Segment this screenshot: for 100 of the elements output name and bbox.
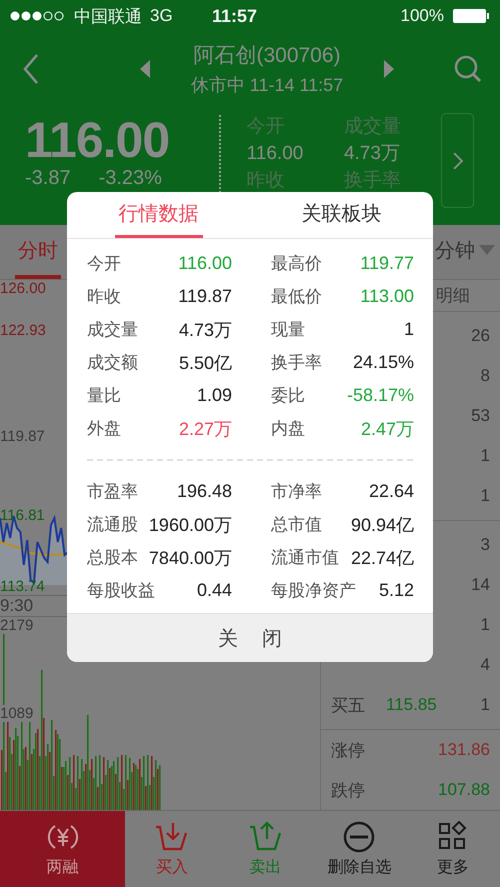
chart-tab[interactable]: 分时 bbox=[15, 225, 61, 279]
metric-value: 1.09 bbox=[196, 385, 232, 406]
price-axis-label: 119.87 bbox=[0, 428, 45, 445]
battery-percent: 100% bbox=[400, 6, 444, 26]
metric-value: 1960.00万 bbox=[148, 514, 232, 537]
metric-label: 总股本 bbox=[87, 547, 138, 570]
current-price: 116.00 bbox=[25, 113, 170, 167]
metric-label: 总市值 bbox=[271, 514, 322, 536]
dialog-tab[interactable]: 行情数据 bbox=[67, 192, 250, 238]
carrier-name: 中国联通 bbox=[74, 6, 142, 28]
clock-time: 11:57 bbox=[212, 6, 258, 27]
order-volume: 1 bbox=[480, 446, 490, 466]
signal-icon bbox=[10, 11, 66, 21]
metric-value: 24.15% bbox=[352, 352, 414, 374]
market-status: 休市中 11-14 11:57 bbox=[190, 74, 344, 96]
order-volume: 8 bbox=[480, 366, 490, 386]
metric-label: 成交量 bbox=[87, 319, 138, 342]
previous-triangle-icon[interactable] bbox=[140, 60, 150, 78]
metric-label: 外盘 bbox=[87, 418, 121, 440]
metric-label: 流通市值 bbox=[271, 547, 339, 570]
order-volume: 1 bbox=[480, 695, 490, 715]
bottom-nav-item[interactable]: 两融 bbox=[0, 811, 125, 887]
bottom-nav-item[interactable]: 买入 bbox=[125, 811, 219, 887]
metric-value: 4.73万 bbox=[178, 318, 232, 342]
metric-label: 现量 bbox=[271, 319, 305, 342]
limit-price: 131.86 bbox=[437, 740, 490, 760]
metric-value: 119.87 bbox=[178, 286, 232, 308]
battery-icon bbox=[452, 8, 490, 24]
bottom-nav-item[interactable]: 更多 bbox=[406, 811, 500, 887]
order-volume: 26 bbox=[470, 326, 490, 346]
limit-price: 107.88 bbox=[437, 780, 490, 800]
price-axis-label: 122.93 bbox=[0, 322, 46, 339]
metric-value: 2.47万 bbox=[360, 418, 414, 441]
order-volume: 4 bbox=[480, 655, 490, 675]
detail-tab[interactable]: 明细 bbox=[436, 284, 470, 307]
stat-value: 116.00 bbox=[246, 142, 304, 166]
order-volume: 3 bbox=[480, 535, 490, 555]
stat-label: 成交量 bbox=[344, 115, 402, 139]
price-axis-label: 126.00 bbox=[0, 280, 46, 297]
metric-value: 1 bbox=[404, 319, 414, 340]
order-price: 115.85 bbox=[386, 695, 438, 715]
metric-label: 最高价 bbox=[271, 253, 322, 276]
metric-label: 每股收益 bbox=[87, 580, 155, 602]
dropdown-caret-icon bbox=[479, 245, 495, 255]
limit-label: 涨停 bbox=[331, 740, 366, 762]
stat-label: 今开 bbox=[246, 115, 286, 139]
volume-axis-label: 2179 bbox=[0, 617, 34, 634]
metric-label: 流通股 bbox=[87, 514, 138, 536]
metric-label: 委比 bbox=[271, 385, 305, 408]
change-percent: -3.23% bbox=[98, 167, 162, 189]
next-triangle-icon[interactable] bbox=[384, 60, 394, 78]
dialog-tab-label: 行情数据 bbox=[114, 192, 202, 238]
metric-label: 市净率 bbox=[271, 481, 322, 504]
basket-down-arrow-icon bbox=[154, 820, 190, 852]
order-volume: 1 bbox=[480, 486, 490, 506]
basket-up-arrow-icon bbox=[248, 820, 284, 852]
metric-value: 0.44 bbox=[196, 580, 232, 602]
metric-label: 内盘 bbox=[271, 418, 305, 440]
metric-value: 7840.00万 bbox=[148, 546, 232, 570]
metric-value: 22.64 bbox=[368, 481, 414, 502]
metric-value: 90.94亿 bbox=[350, 514, 414, 537]
metric-label: 市盈率 bbox=[87, 481, 138, 504]
chart-tab[interactable]: 分钟 bbox=[432, 225, 498, 279]
metric-value: 196.48 bbox=[176, 481, 232, 502]
dialog-tab-label: 关联板块 bbox=[300, 202, 382, 227]
order-volume: 14 bbox=[470, 575, 490, 595]
network-type: 3G bbox=[150, 6, 173, 26]
metric-value: 2.27万 bbox=[178, 418, 232, 441]
metric-label: 换手率 bbox=[271, 352, 322, 374]
search-icon[interactable] bbox=[454, 54, 482, 82]
limit-label: 跌停 bbox=[331, 780, 366, 802]
price-axis-label: 113.74 bbox=[0, 578, 45, 595]
metric-value: 22.74亿 bbox=[350, 546, 414, 570]
order-volume: 1 bbox=[480, 615, 490, 635]
metric-label: 最低价 bbox=[271, 286, 322, 308]
dialog-tab[interactable]: 关联板块 bbox=[250, 192, 433, 238]
metric-label: 昨收 bbox=[87, 286, 121, 308]
price-axis-label: 116.81 bbox=[0, 507, 45, 524]
volume-axis-label: 1089 bbox=[0, 705, 34, 722]
bottom-nav-item[interactable]: 删除自选 bbox=[312, 811, 406, 887]
metric-value: 113.00 bbox=[360, 286, 414, 308]
metric-value: 119.77 bbox=[360, 253, 414, 274]
metric-value: 5.12 bbox=[378, 580, 414, 602]
metric-label: 成交额 bbox=[87, 352, 138, 374]
stat-label: 换手率 bbox=[344, 169, 402, 193]
metric-value: 116.00 bbox=[178, 253, 232, 274]
order-level-label: 买五 bbox=[331, 694, 366, 716]
metric-label: 每股净资产 bbox=[271, 580, 356, 602]
stat-value: 4.73万 bbox=[344, 142, 401, 166]
back-icon[interactable] bbox=[22, 52, 40, 84]
stat-label: 昨收 bbox=[246, 169, 286, 193]
metric-label: 今开 bbox=[87, 253, 121, 276]
time-label: 9:30 bbox=[0, 596, 34, 616]
next-button[interactable] bbox=[441, 113, 474, 208]
stock-title: 阿石创(300706) bbox=[193, 42, 341, 68]
close-button[interactable]: 关 闭 bbox=[67, 613, 433, 662]
metric-value: -58.17% bbox=[346, 385, 414, 406]
price-change: -3.87 bbox=[25, 167, 71, 189]
metric-label: 量比 bbox=[87, 385, 121, 408]
order-volume: 53 bbox=[470, 406, 490, 426]
